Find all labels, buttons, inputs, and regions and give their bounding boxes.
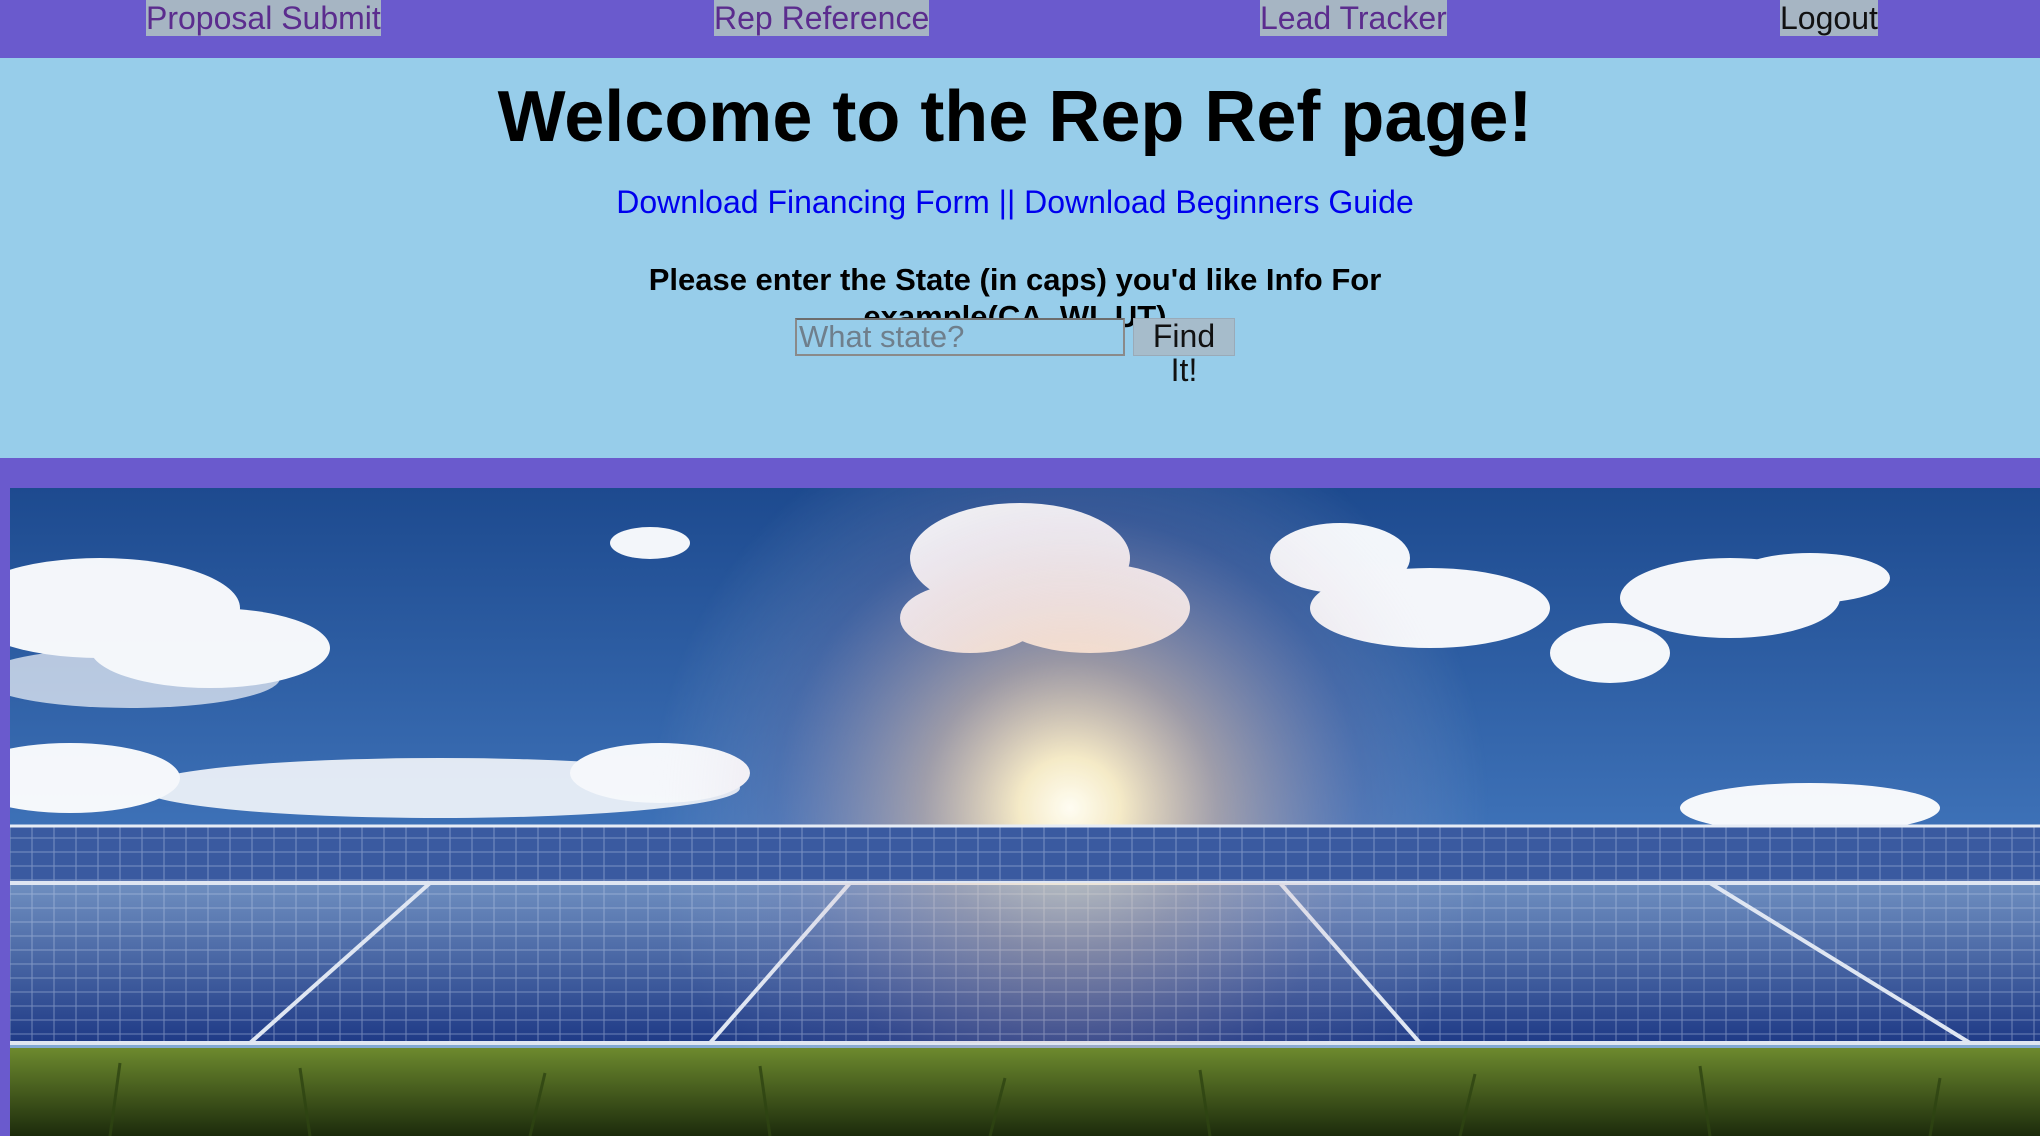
nav-link-proposal-submit[interactable]: Proposal Submit <box>146 0 381 36</box>
download-financing-form-link[interactable]: Download Financing Form <box>616 184 990 220</box>
state-search-input[interactable] <box>795 318 1125 356</box>
nav-link-logout[interactable]: Logout <box>1780 0 1878 36</box>
solar-panel-image <box>10 488 2040 1136</box>
top-navbar: Proposal Submit Rep Reference Lead Track… <box>0 0 2040 58</box>
hero-section: Welcome to the Rep Ref page! Download Fi… <box>0 58 2040 458</box>
nav-link-lead-tracker[interactable]: Lead Tracker <box>1260 0 1447 36</box>
page-title: Welcome to the Rep Ref page! <box>497 77 1533 157</box>
find-it-button[interactable]: Find It! <box>1133 318 1235 387</box>
link-separator: || <box>989 184 1025 220</box>
download-links-row: Download Financing Form || Download Begi… <box>0 182 2030 222</box>
download-beginners-guide-link[interactable]: Download Beginners Guide <box>1024 184 1414 220</box>
nav-link-rep-reference[interactable]: Rep Reference <box>714 0 930 36</box>
